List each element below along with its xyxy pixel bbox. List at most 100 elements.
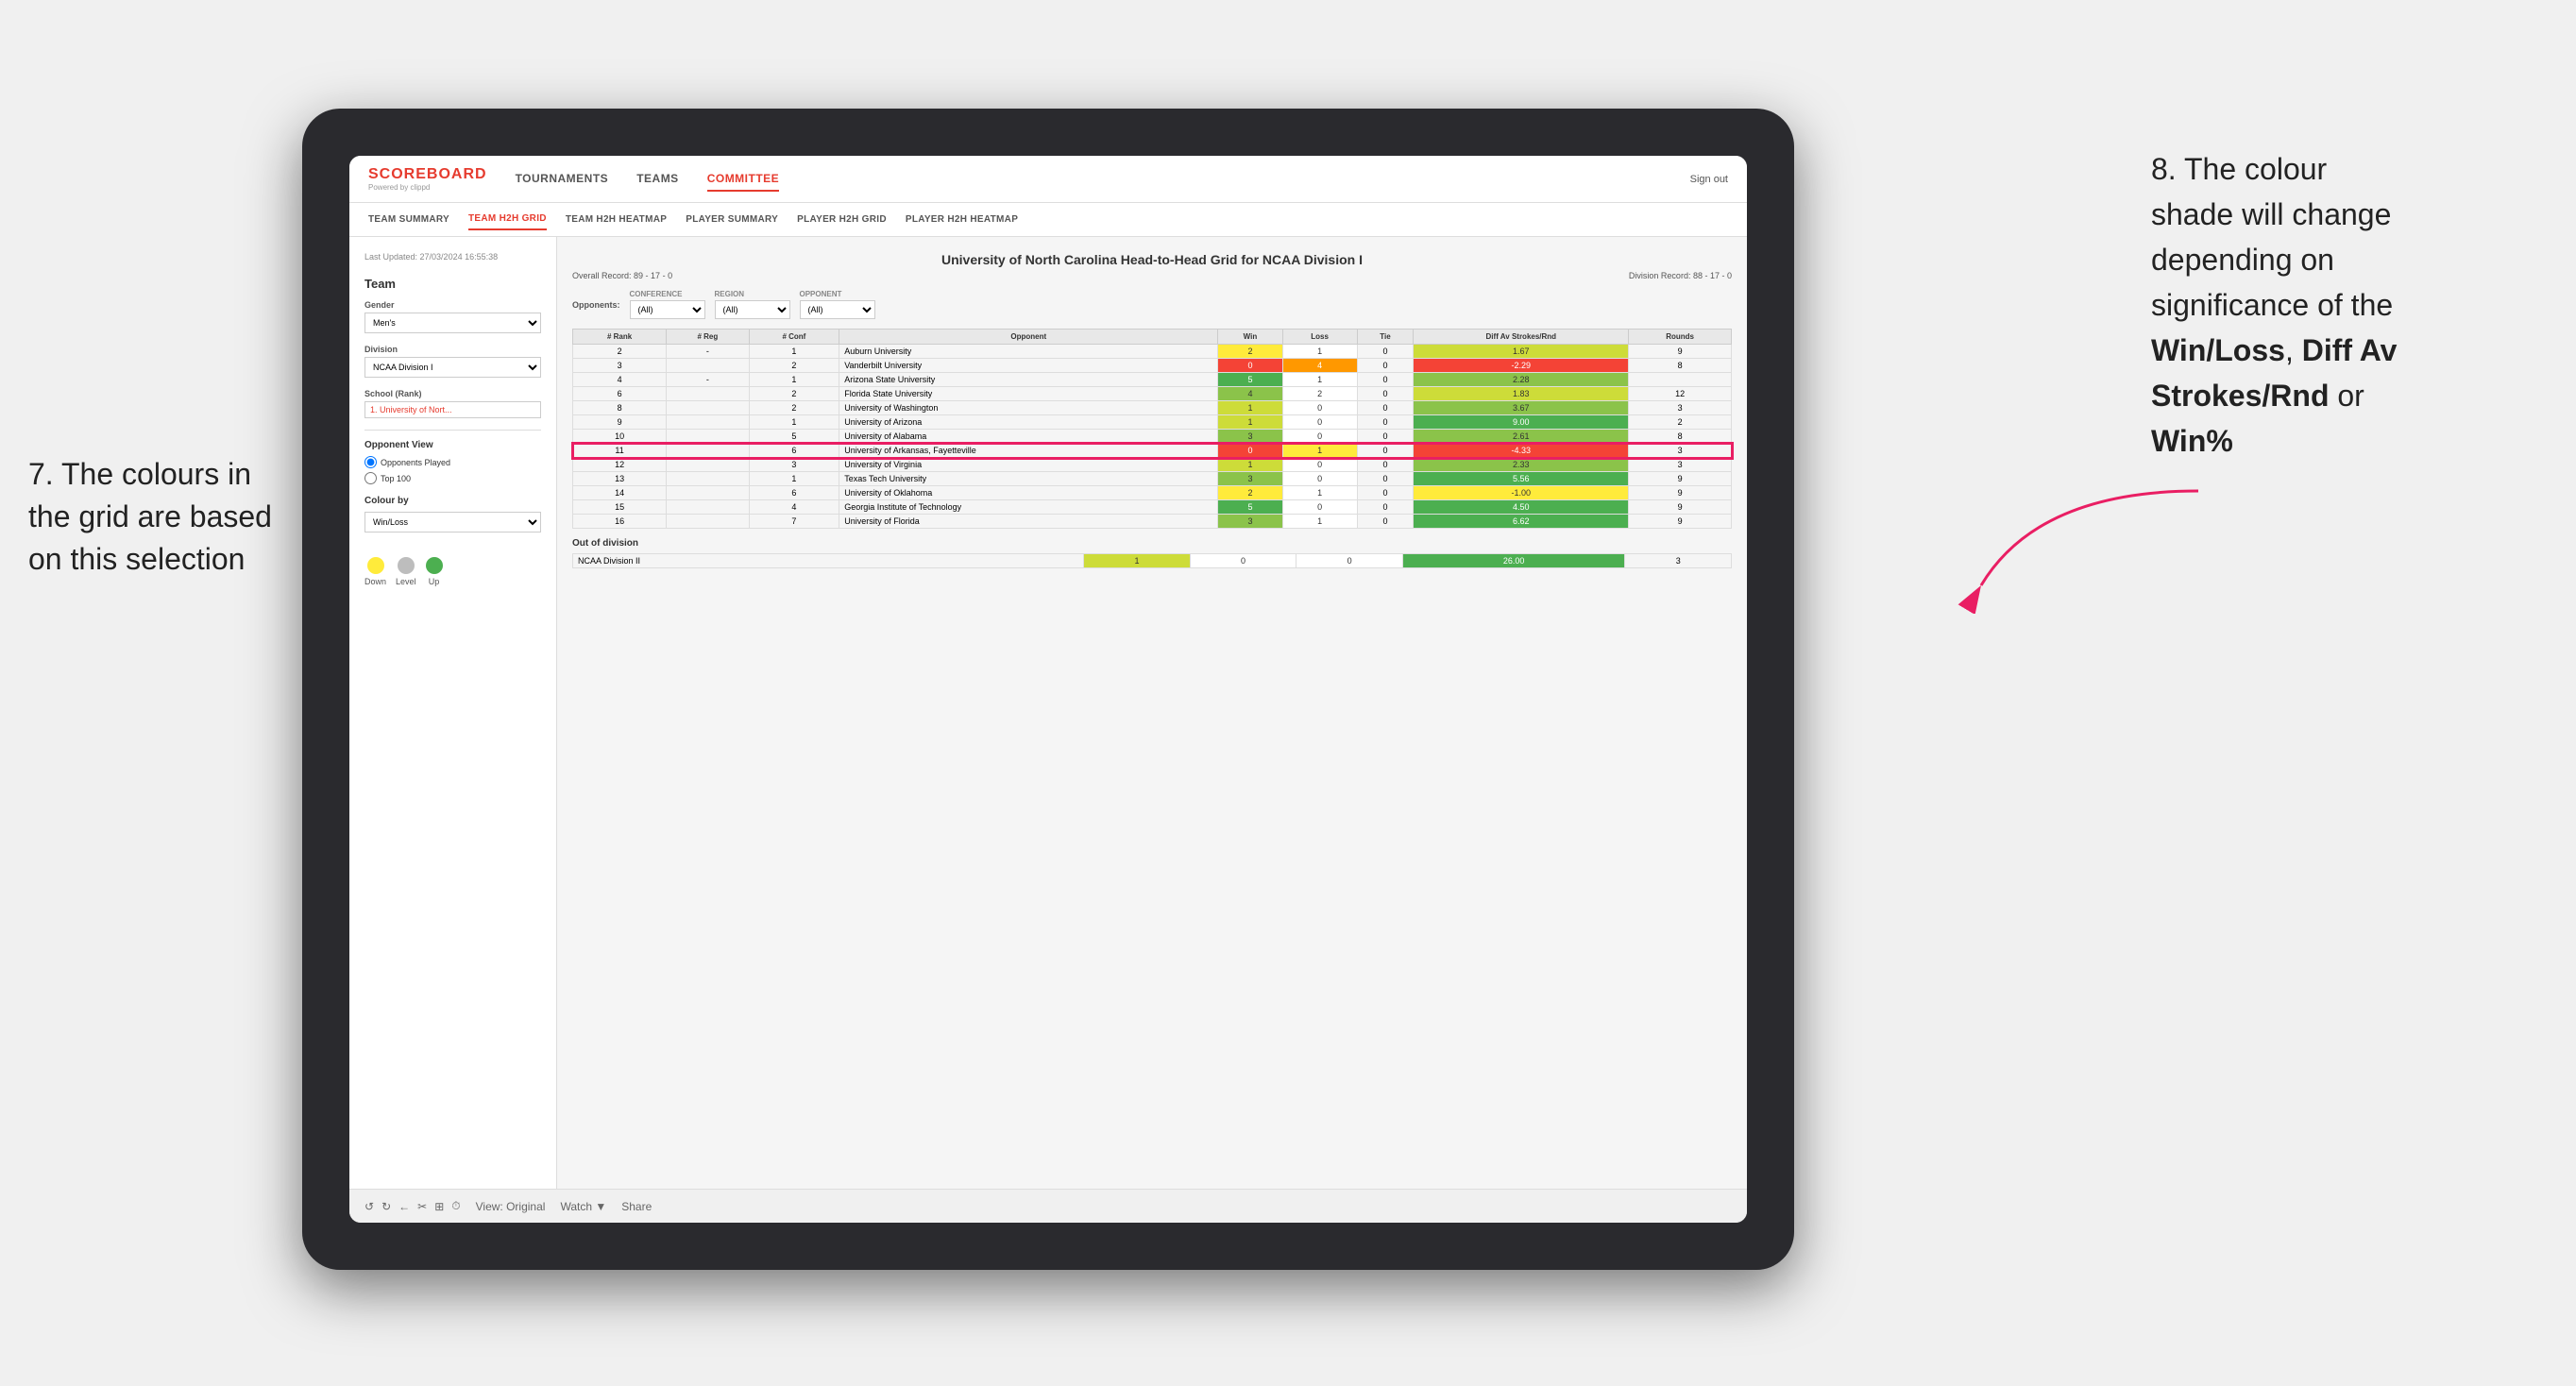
legend-up: Up xyxy=(426,557,443,586)
top-100-option[interactable]: Top 100 xyxy=(364,472,541,484)
cell-rank: 6 xyxy=(573,387,667,401)
sub-nav-player-h2h-heatmap[interactable]: PLAYER H2H HEATMAP xyxy=(906,210,1018,229)
sign-out-link[interactable]: Sign out xyxy=(1690,174,1728,185)
cell-tie: 0 xyxy=(1357,500,1414,515)
cell-win: 5 xyxy=(1218,373,1282,387)
cell-diff: -2.29 xyxy=(1414,359,1629,373)
opponents-played-option[interactable]: Opponents Played xyxy=(364,456,541,468)
cell-tie: 0 xyxy=(1357,345,1414,359)
data-table: # Rank # Reg # Conf Opponent Win Loss Ti… xyxy=(572,329,1732,529)
cell-rank: 3 xyxy=(573,359,667,373)
sub-nav-player-summary[interactable]: PLAYER SUMMARY xyxy=(686,210,778,229)
cell-opponent: Florida State University xyxy=(839,387,1218,401)
cell-win: 2 xyxy=(1218,486,1282,500)
cell-diff: 3.67 xyxy=(1414,401,1629,415)
nav-teams[interactable]: TEAMS xyxy=(636,167,679,192)
colour-by-select[interactable]: Win/Loss xyxy=(364,512,541,532)
division-label: Division xyxy=(364,345,541,354)
cell-rank: 14 xyxy=(573,486,667,500)
cell-diff: 1.83 xyxy=(1414,387,1629,401)
cell-rank: 16 xyxy=(573,515,667,529)
table-row: 3 2 Vanderbilt University 0 4 0 -2.29 8 xyxy=(573,359,1732,373)
cell-win: 0 xyxy=(1218,359,1282,373)
cell-tie: 0 xyxy=(1357,430,1414,444)
cell-loss: 0 xyxy=(1282,472,1357,486)
cell-reg xyxy=(667,500,749,515)
cell-reg xyxy=(667,486,749,500)
cell-rank: 15 xyxy=(573,500,667,515)
cell-conf: 1 xyxy=(749,373,839,387)
cell-opponent: Georgia Institute of Technology xyxy=(839,500,1218,515)
col-win: Win xyxy=(1218,330,1282,345)
table-row: 6 2 Florida State University 4 2 0 1.83 … xyxy=(573,387,1732,401)
cell-reg xyxy=(667,515,749,529)
cell-win: 1 xyxy=(1218,401,1282,415)
cell-opponent: Vanderbilt University xyxy=(839,359,1218,373)
nav-committee[interactable]: COMMITTEE xyxy=(707,167,780,192)
grid-area: University of North Carolina Head-to-Hea… xyxy=(557,237,1747,1189)
cell-diff: 6.62 xyxy=(1414,515,1629,529)
table-row: 12 3 University of Virginia 1 0 0 2.33 3 xyxy=(573,458,1732,472)
view-original-btn[interactable]: View: Original xyxy=(476,1200,546,1213)
nav-tournaments[interactable]: TOURNAMENTS xyxy=(516,167,609,192)
cell-win: 3 xyxy=(1218,515,1282,529)
cell-rank: 4 xyxy=(573,373,667,387)
opponent-filter-select[interactable]: (All) xyxy=(800,300,875,319)
bottom-toolbar: ↺ ↻ ← ✂ ⊞ ⏱ View: Original Watch ▼ Share xyxy=(349,1189,1747,1223)
logo-area: SCOREBOARD Powered by clippd xyxy=(368,166,487,192)
sub-nav-player-h2h-grid[interactable]: PLAYER H2H GRID xyxy=(797,210,887,229)
cell-rank: 9 xyxy=(573,415,667,430)
conference-filter-group: Conference (All) xyxy=(630,290,705,319)
cell-win: 2 xyxy=(1218,345,1282,359)
cell-reg xyxy=(667,430,749,444)
clock-btn[interactable]: ⏱ xyxy=(451,1199,460,1213)
cell-tie: 0 xyxy=(1357,458,1414,472)
region-filter-select[interactable]: (All) xyxy=(715,300,790,319)
col-loss: Loss xyxy=(1282,330,1357,345)
cell-conf: 1 xyxy=(749,472,839,486)
grid-subtitle: Overall Record: 89 - 17 - 0 Division Rec… xyxy=(572,271,1732,280)
table-row: 11 6 University of Arkansas, Fayettevill… xyxy=(573,444,1732,458)
division-record: Division Record: 88 - 17 - 0 xyxy=(1629,271,1732,280)
redo-btn[interactable]: ↻ xyxy=(381,1200,391,1213)
col-reg: # Reg xyxy=(667,330,749,345)
conference-filter-select[interactable]: (All) xyxy=(630,300,705,319)
opponent-filter-group: Opponent (All) xyxy=(800,290,875,319)
cell-tie: 0 xyxy=(1357,444,1414,458)
cell-rounds: 2 xyxy=(1629,415,1732,430)
back-btn[interactable]: ← xyxy=(398,1200,410,1213)
cell-rounds: 3 xyxy=(1629,444,1732,458)
cell-rank: 11 xyxy=(573,444,667,458)
gender-select[interactable]: Men's xyxy=(364,313,541,333)
division-select[interactable]: NCAA Division I xyxy=(364,357,541,378)
sub-nav-team-summary[interactable]: TEAM SUMMARY xyxy=(368,210,449,229)
cell-diff: 5.56 xyxy=(1414,472,1629,486)
sub-nav-team-h2h-heatmap[interactable]: TEAM H2H HEATMAP xyxy=(566,210,667,229)
cell-loss: 0 xyxy=(1282,415,1357,430)
cell-reg: - xyxy=(667,373,749,387)
watch-btn[interactable]: Watch ▼ xyxy=(560,1200,606,1213)
share-btn[interactable]: Share xyxy=(621,1200,652,1213)
cell-win: 4 xyxy=(1218,387,1282,401)
undo-btn[interactable]: ↺ xyxy=(364,1200,374,1213)
cell-opponent: Arizona State University xyxy=(839,373,1218,387)
cell-loss: 2 xyxy=(1282,387,1357,401)
cell-opponent: University of Oklahoma xyxy=(839,486,1218,500)
cell-opponent: University of Arizona xyxy=(839,415,1218,430)
ood-rounds: 3 xyxy=(1625,554,1732,568)
cell-loss: 0 xyxy=(1282,500,1357,515)
cell-diff: 1.67 xyxy=(1414,345,1629,359)
colour-by-title: Colour by xyxy=(364,496,541,506)
cell-reg: - xyxy=(667,345,749,359)
cell-rounds: 8 xyxy=(1629,359,1732,373)
ood-win: 1 xyxy=(1084,554,1191,568)
cell-loss: 0 xyxy=(1282,430,1357,444)
cell-diff: 4.50 xyxy=(1414,500,1629,515)
cut-btn[interactable]: ✂ xyxy=(417,1200,427,1213)
cell-reg xyxy=(667,387,749,401)
copy-btn[interactable]: ⊞ xyxy=(434,1200,444,1213)
sub-nav-team-h2h-grid[interactable]: TEAM H2H GRID xyxy=(468,209,547,230)
cell-loss: 0 xyxy=(1282,458,1357,472)
legend: Down Level Up xyxy=(364,557,541,586)
cell-conf: 2 xyxy=(749,359,839,373)
